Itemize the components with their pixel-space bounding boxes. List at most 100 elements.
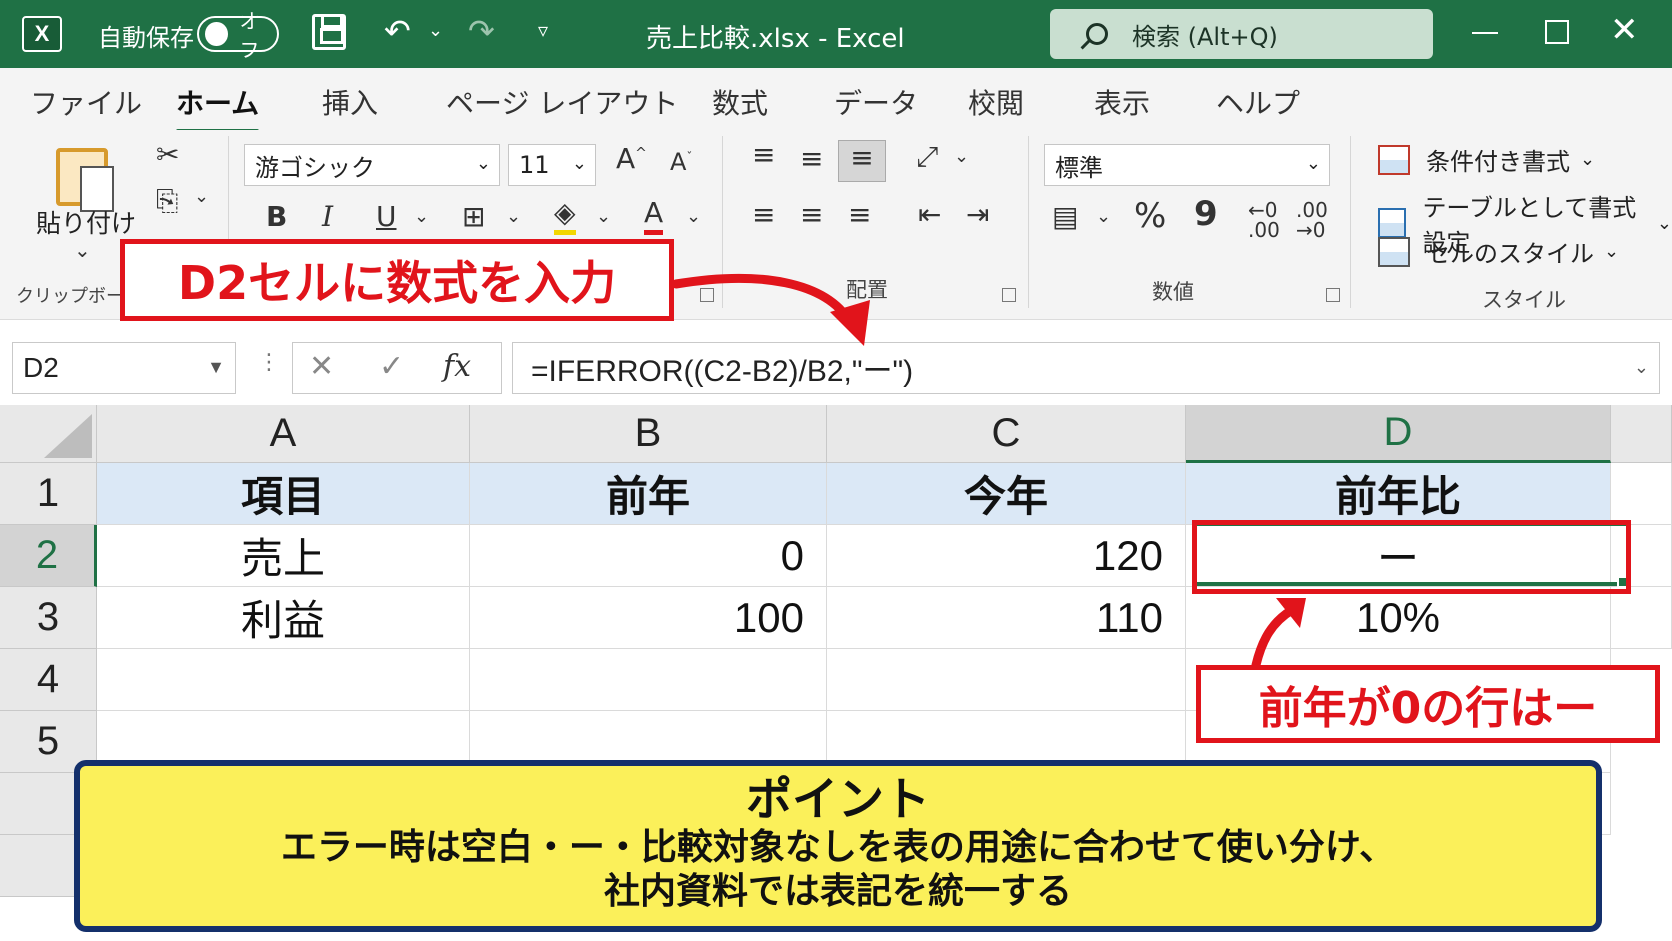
orientation-icon[interactable]: ⤢ — [916, 140, 938, 174]
fill-color-dropdown-icon[interactable]: ⌄ — [596, 206, 611, 227]
customize-qat-icon[interactable]: ▿ — [538, 18, 548, 42]
cell-b2[interactable]: 0 — [470, 525, 827, 587]
tab-help[interactable]: ヘルプ — [1216, 82, 1300, 122]
align-bottom-icon[interactable]: ≡ — [838, 140, 886, 182]
copy-icon[interactable]: ⎘ — [156, 184, 178, 218]
toggle-knob — [205, 22, 228, 46]
conditional-formatting-button[interactable]: 条件付き書式 ⌄ — [1378, 142, 1595, 177]
insert-function-button[interactable]: fx — [443, 349, 471, 384]
cell-a2[interactable]: 売上 — [97, 525, 470, 587]
name-box[interactable]: D2 ▼ — [12, 342, 236, 394]
decrease-decimal-icon[interactable]: .00 →0 — [1296, 200, 1328, 240]
formula-input[interactable]: =IFERROR((C2-B2)/B2,"ー") ⌄ — [512, 342, 1660, 394]
align-right-icon[interactable]: ≡ — [848, 198, 871, 231]
cell-a1[interactable]: 項目 — [97, 463, 470, 525]
undo-icon[interactable]: ↶ — [384, 12, 411, 50]
formula-bar-splitter-icon[interactable]: ⋮ — [258, 350, 280, 375]
tab-page-layout[interactable]: ページ レイアウト — [446, 82, 678, 122]
underline-dropdown-icon[interactable]: ⌄ — [414, 206, 429, 227]
cell-b1[interactable]: 前年 — [470, 463, 827, 525]
align-middle-icon[interactable]: ≡ — [800, 142, 823, 175]
formula-buttons: ✕ ✓ fx — [292, 342, 502, 394]
formula-text: =IFERROR((C2-B2)/B2,"ー") — [531, 355, 914, 388]
bold-button[interactable]: B — [266, 200, 287, 233]
tab-view[interactable]: 表示 — [1094, 82, 1150, 122]
cell-d3[interactable]: 10% — [1186, 587, 1611, 649]
close-button[interactable]: ✕ — [1610, 10, 1639, 50]
confirm-entry-icon[interactable]: ✓ — [379, 349, 404, 384]
chevron-down-icon: ⌄ — [571, 153, 587, 174]
autosave-toggle[interactable]: オフ — [197, 9, 279, 62]
search-box[interactable]: 検索 (Alt+Q) — [1050, 9, 1433, 59]
align-left-icon[interactable]: ≡ — [752, 198, 775, 231]
select-all-button[interactable] — [0, 405, 97, 463]
number-format-select[interactable]: 標準 ⌄ — [1044, 144, 1330, 186]
column-header-d[interactable]: D — [1186, 405, 1611, 463]
cancel-entry-icon[interactable]: ✕ — [309, 349, 334, 384]
column-header-a[interactable]: A — [97, 405, 470, 463]
cut-icon[interactable]: ✂ — [156, 138, 179, 171]
row-header-3[interactable]: 3 — [0, 587, 97, 649]
chevron-down-icon: ⌄ — [1604, 241, 1620, 262]
cell-e1[interactable] — [1611, 463, 1672, 525]
row-header-2[interactable]: 2 — [0, 525, 97, 587]
cell-c2[interactable]: 120 — [827, 525, 1186, 587]
font-name-select[interactable]: 游ゴシック ⌄ — [244, 144, 500, 186]
tab-review[interactable]: 校閲 — [968, 82, 1024, 122]
borders-icon[interactable]: ⊞ — [462, 200, 485, 233]
undo-dropdown-icon[interactable]: ⌄ — [428, 20, 443, 41]
cell-c1[interactable]: 今年 — [827, 463, 1186, 525]
comma-style-button[interactable]: 9 — [1194, 194, 1218, 234]
cell-c4[interactable] — [827, 649, 1186, 711]
font-size-select[interactable]: 11 ⌄ — [508, 144, 596, 186]
font-color-dropdown-icon[interactable]: ⌄ — [686, 206, 701, 227]
cell-b3[interactable]: 100 — [470, 587, 827, 649]
column-header-b[interactable]: B — [470, 405, 827, 463]
align-center-icon[interactable]: ≡ — [800, 198, 823, 231]
fill-color-icon[interactable]: ◈ — [554, 196, 576, 235]
paste-dropdown-icon[interactable]: ⌄ — [74, 238, 91, 262]
decrease-font-size-icon[interactable]: Aˇ — [670, 148, 692, 176]
save-icon[interactable] — [312, 14, 346, 50]
decrease-indent-icon[interactable]: ⇤ — [918, 198, 941, 231]
cell-a3[interactable]: 利益 — [97, 587, 470, 649]
row-header-1[interactable]: 1 — [0, 463, 97, 525]
font-color-icon[interactable]: A — [644, 196, 664, 235]
paste-button[interactable]: 貼り付け — [36, 204, 136, 240]
tab-data[interactable]: データ — [834, 82, 918, 122]
tab-insert[interactable]: 挿入 — [322, 82, 378, 122]
minimize-button[interactable] — [1472, 32, 1498, 34]
paste-icon[interactable] — [56, 148, 114, 212]
tab-formulas[interactable]: 数式 — [712, 82, 768, 122]
column-header-c[interactable]: C — [827, 405, 1186, 463]
increase-decimal-icon[interactable]: ←0.00 — [1248, 200, 1280, 240]
chevron-down-icon: ⌄ — [1656, 212, 1672, 234]
align-top-icon[interactable]: ≡ — [752, 138, 775, 171]
borders-dropdown-icon[interactable]: ⌄ — [506, 206, 521, 227]
cell-c3[interactable]: 110 — [827, 587, 1186, 649]
percent-style-button[interactable]: % — [1134, 196, 1166, 236]
chevron-down-icon: ⌄ — [1633, 357, 1649, 377]
cell-d1[interactable]: 前年比 — [1186, 463, 1611, 525]
cell-b4[interactable] — [470, 649, 827, 711]
redo-icon[interactable]: ↷ — [468, 12, 495, 50]
orientation-dropdown-icon[interactable]: ⌄ — [954, 146, 969, 167]
copy-dropdown-icon[interactable]: ⌄ — [194, 186, 209, 207]
increase-font-size-icon[interactable]: A^ — [616, 142, 647, 175]
cell-e3[interactable] — [1611, 587, 1672, 649]
italic-button[interactable]: I — [322, 200, 333, 233]
increase-indent-icon[interactable]: ⇥ — [966, 198, 989, 231]
tab-home[interactable]: ホーム — [176, 82, 260, 134]
tab-file[interactable]: ファイル — [30, 82, 142, 122]
accounting-format-icon[interactable]: ▤ — [1052, 200, 1078, 233]
column-header-e[interactable] — [1611, 405, 1672, 463]
number-dialog-launcher-icon[interactable] — [1326, 288, 1340, 302]
underline-button[interactable]: U — [376, 200, 397, 233]
font-dialog-launcher-icon[interactable] — [700, 288, 714, 302]
accounting-dropdown-icon[interactable]: ⌄ — [1096, 206, 1111, 227]
cell-styles-button[interactable]: セルのスタイル ⌄ — [1378, 234, 1619, 269]
row-header-4[interactable]: 4 — [0, 649, 97, 711]
maximize-button[interactable] — [1545, 20, 1569, 44]
cell-a4[interactable] — [97, 649, 470, 711]
alignment-dialog-launcher-icon[interactable] — [1002, 288, 1016, 302]
